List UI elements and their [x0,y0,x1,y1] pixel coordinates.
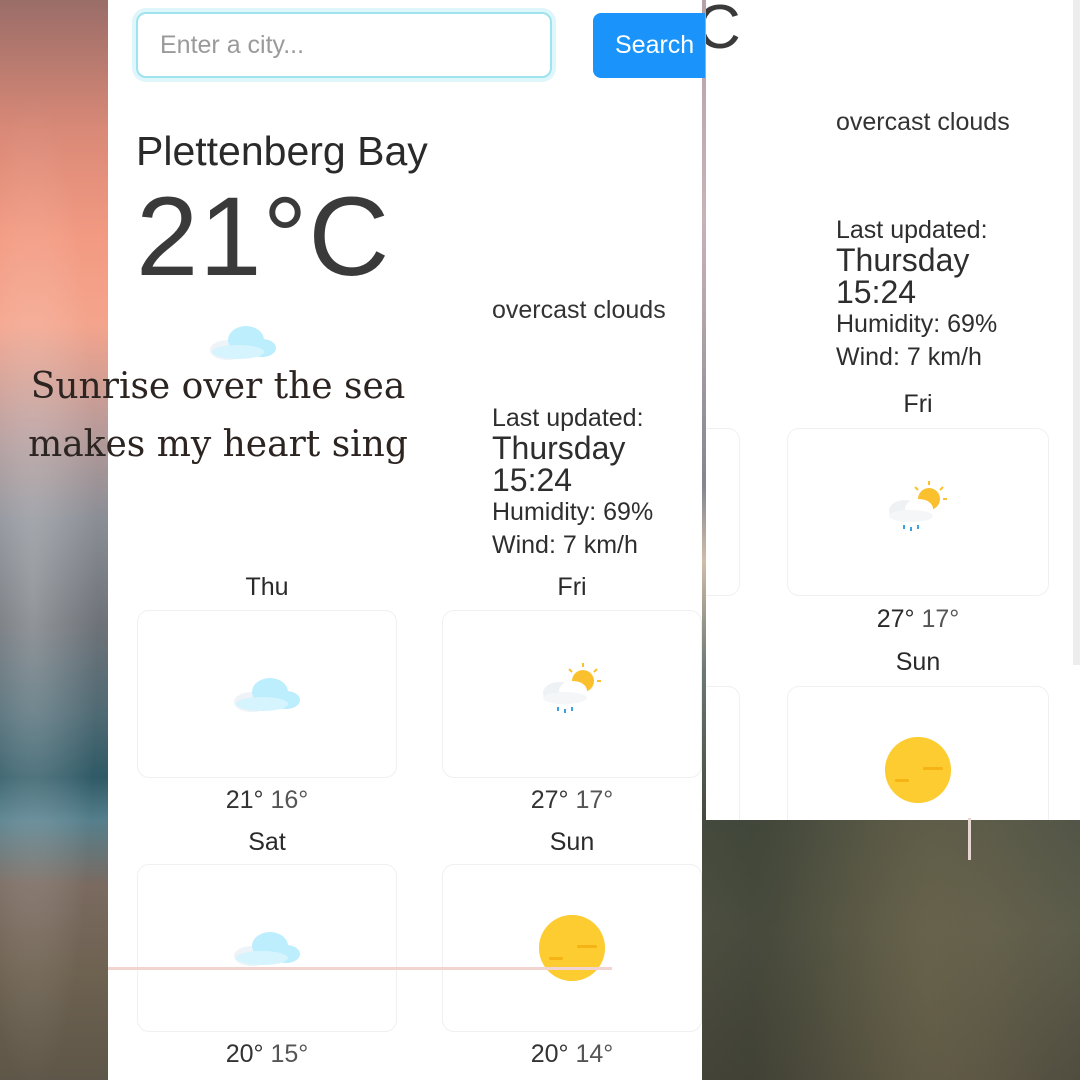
forecast-day-label: Fri [557,573,587,601]
cloud-icon [234,678,300,712]
decorative-divider [108,967,612,970]
quote-line: makes my heart sing [28,424,408,465]
forecast-card [787,686,1049,820]
forecast-card [137,610,397,778]
forecast-low: 17° [921,605,960,633]
city-name: Plettenberg Bay [136,128,428,174]
forecast-day-label: Thu [245,573,289,601]
city-search-input[interactable] [136,12,552,78]
forecast-low: 15° [270,1040,309,1068]
forecast-card [442,610,702,778]
last-updated-block: Last updated: Thursday 15:24 Humidity: 6… [836,216,997,374]
forecast-card [137,864,397,1032]
weather-description: overcast clouds [492,296,666,324]
last-updated-time: 15:24 [836,274,917,310]
current-temperature: 21°C [136,174,391,299]
forecast-temp-range: 27° 17° [788,605,1048,634]
wind: Wind: 7 km/h [492,531,638,559]
humidity: Humidity: 69% [836,310,998,338]
decorative-line [968,818,971,860]
sun-icon [885,737,951,803]
forecast-high: 21° [225,786,264,814]
forecast-low: 14° [575,1040,614,1068]
forecast-temp-range: 20° 14° [442,1040,702,1069]
forecast-temp-range: 21° 16° [137,786,397,815]
last-updated-day: Thursday [492,430,626,466]
forecast-card [787,428,1049,596]
search-button[interactable]: Search [593,13,705,78]
weather-panel: Search Plettenberg Bay 21°C overcast clo… [108,0,705,1080]
quote-line: Sunrise over the sea [30,366,406,407]
weather-panel-duplicate: C overcast clouds Last updated: Thursday… [706,0,1080,820]
forecast-day-label: Sat [248,828,286,856]
last-updated-block: Last updated: Thursday 15:24 Humidity: 6… [492,404,653,562]
last-updated-label: Last updated: [836,216,988,244]
last-updated-label: Last updated: [492,404,644,432]
forecast-low: 17° [575,786,614,814]
forecast-day-label: Sun [895,648,941,676]
forecast-high: 20° [225,1040,264,1068]
last-updated-day: Thursday [836,242,970,278]
forecast-day-label: Fri [903,390,933,418]
last-updated-time: 15:24 [492,462,573,498]
forecast-high: 27° [530,786,569,814]
forecast-temp-range: 27° 17° [442,786,702,815]
forecast-high: 20° [530,1040,569,1068]
sun-cloud-rain-icon [889,481,947,531]
forecast-temp-range: 20° 15° [137,1040,397,1069]
humidity: Humidity: 69% [492,498,654,526]
forecast-low: 16° [270,786,309,814]
forecast-card-edge [706,428,740,596]
forecast-card-edge [706,686,740,820]
sun-cloud-rain-icon [543,663,601,713]
background-left [0,0,110,1080]
forecast-day-label: Sun [549,828,595,856]
weather-description: overcast clouds [836,108,1010,136]
forecast-high: 27° [876,605,915,633]
scrollbar[interactable] [1073,0,1080,665]
sun-icon [539,915,605,981]
cloud-icon [234,932,300,966]
forecast-card [442,864,702,1032]
temperature-fragment: C [706,0,741,62]
overlay-quote: Sunrise over the sea makes my heart sing [18,358,418,474]
wind: Wind: 7 km/h [836,343,982,371]
